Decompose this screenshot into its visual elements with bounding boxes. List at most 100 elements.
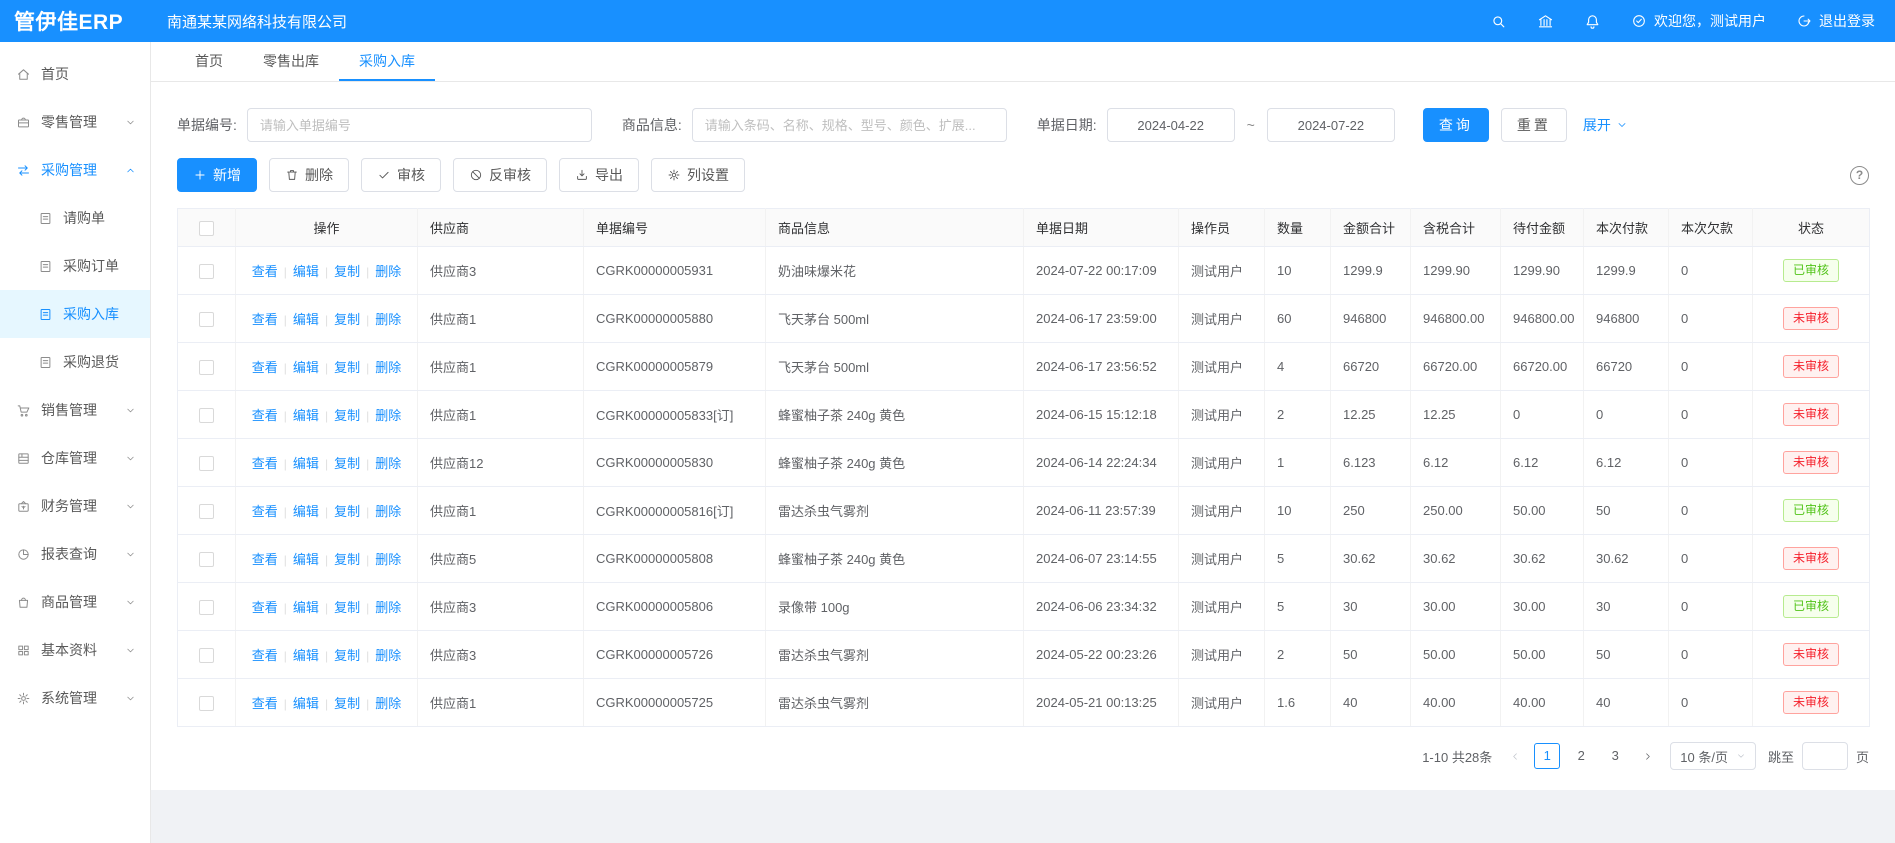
sidebar-item-13[interactable]: 系统管理 [0,674,150,722]
row-checkbox[interactable] [199,504,214,519]
expand-toggle[interactable]: 展开 [1583,115,1628,135]
audit-button[interactable]: 审核 [361,158,441,192]
action-view-link[interactable]: 查看 [252,552,278,567]
action-view-link[interactable]: 查看 [252,504,278,519]
action-view-link[interactable]: 查看 [252,696,278,711]
tab-2[interactable]: 采购入库 [339,42,435,81]
row-checkbox[interactable] [199,264,214,279]
action-delete-link[interactable]: 删除 [375,504,401,519]
action-copy-link[interactable]: 复制 [334,648,360,663]
action-copy-link[interactable]: 复制 [334,600,360,615]
action-delete-link[interactable]: 删除 [375,648,401,663]
action-view-link[interactable]: 查看 [252,312,278,327]
action-delete-link[interactable]: 删除 [375,696,401,711]
action-edit-link[interactable]: 编辑 [293,600,319,615]
page-size-select[interactable]: 10 条/页 [1670,742,1756,770]
row-checkbox[interactable] [199,456,214,471]
select-all-checkbox[interactable] [199,221,214,236]
delete-button[interactable]: 删除 [269,158,349,192]
export-button[interactable]: 导出 [559,158,639,192]
search-icon[interactable] [1490,13,1507,30]
row-checkbox[interactable] [199,696,214,711]
action-copy-link[interactable]: 复制 [334,312,360,327]
action-separator: | [284,553,287,567]
page-number-button[interactable]: 3 [1602,743,1628,769]
table-row: 查看|编辑|复制|删除供应商5CGRK00000005808蜂蜜柚子茶 240g… [178,535,1870,583]
row-checkbox[interactable] [199,552,214,567]
action-edit-link[interactable]: 编辑 [293,312,319,327]
action-delete-link[interactable]: 删除 [375,552,401,567]
reset-button[interactable]: 重置 [1501,108,1567,142]
sidebar-item-12[interactable]: 基本资料 [0,626,150,674]
action-edit-link[interactable]: 编辑 [293,456,319,471]
product-info-input[interactable] [692,108,1007,142]
help-icon[interactable]: ? [1850,166,1869,185]
action-copy-link[interactable]: 复制 [334,360,360,375]
bank-icon[interactable] [1537,13,1554,30]
action-view-link[interactable]: 查看 [252,408,278,423]
bell-icon[interactable] [1584,13,1601,30]
action-copy-link[interactable]: 复制 [334,264,360,279]
sidebar-item-4[interactable]: 采购订单 [0,242,150,290]
user-welcome[interactable]: 欢迎您，测试用户 [1631,11,1766,31]
column-settings-button[interactable]: 列设置 [651,158,745,192]
search-button[interactable]: 查询 [1423,108,1489,142]
row-checkbox[interactable] [199,312,214,327]
prev-page-button[interactable] [1504,745,1526,767]
action-edit-link[interactable]: 编辑 [293,504,319,519]
action-delete-link[interactable]: 删除 [375,408,401,423]
sidebar-item-1[interactable]: 零售管理 [0,98,150,146]
sidebar-item-9[interactable]: 财务管理 [0,482,150,530]
action-delete-link[interactable]: 删除 [375,600,401,615]
sidebar-item-11[interactable]: 商品管理 [0,578,150,626]
action-edit-link[interactable]: 编辑 [293,360,319,375]
row-checkbox[interactable] [199,600,214,615]
cell-operator: 测试用户 [1179,343,1265,391]
row-checkbox[interactable] [199,408,214,423]
logout-button[interactable]: 退出登录 [1796,11,1875,31]
doc-no-input[interactable] [247,108,592,142]
tab-1[interactable]: 零售出库 [243,42,339,81]
action-edit-link[interactable]: 编辑 [293,264,319,279]
sidebar-item-0[interactable]: 首页 [0,50,150,98]
sidebar-item-3[interactable]: 请购单 [0,194,150,242]
action-copy-link[interactable]: 复制 [334,456,360,471]
action-copy-link[interactable]: 复制 [334,504,360,519]
page-number-button[interactable]: 1 [1534,743,1560,769]
unaudit-button[interactable]: 反审核 [453,158,547,192]
action-edit-link[interactable]: 编辑 [293,552,319,567]
action-delete-link[interactable]: 删除 [375,264,401,279]
action-delete-link[interactable]: 删除 [375,312,401,327]
action-view-link[interactable]: 查看 [252,360,278,375]
row-checkbox[interactable] [199,360,214,375]
action-edit-link[interactable]: 编辑 [293,696,319,711]
sidebar-item-2[interactable]: 采购管理 [0,146,150,194]
action-delete-link[interactable]: 删除 [375,456,401,471]
action-copy-link[interactable]: 复制 [334,696,360,711]
action-view-link[interactable]: 查看 [252,648,278,663]
action-copy-link[interactable]: 复制 [334,552,360,567]
page-number-button[interactable]: 2 [1568,743,1594,769]
action-view-link[interactable]: 查看 [252,600,278,615]
action-copy-link[interactable]: 复制 [334,408,360,423]
action-edit-link[interactable]: 编辑 [293,408,319,423]
add-button[interactable]: 新增 [177,158,257,192]
jump-page-input[interactable] [1802,742,1848,770]
sidebar-item-5[interactable]: 采购入库 [0,290,150,338]
sidebar-item-10[interactable]: 报表查询 [0,530,150,578]
sidebar-item-8[interactable]: 仓库管理 [0,434,150,482]
sidebar-item-6[interactable]: 采购退货 [0,338,150,386]
next-page-button[interactable] [1636,745,1658,767]
action-view-link[interactable]: 查看 [252,264,278,279]
row-checkbox[interactable] [199,648,214,663]
tab-0[interactable]: 首页 [175,42,243,81]
column-header-12: 状态 [1753,209,1870,247]
table-header-row: 操作供应商单据编号商品信息单据日期操作员数量金额合计含税合计待付金额本次付款本次… [178,209,1870,247]
sidebar-item-7[interactable]: 销售管理 [0,386,150,434]
button-label: 删除 [305,165,333,185]
date-from-input[interactable] [1107,108,1235,142]
action-edit-link[interactable]: 编辑 [293,648,319,663]
action-view-link[interactable]: 查看 [252,456,278,471]
date-to-input[interactable] [1267,108,1395,142]
action-delete-link[interactable]: 删除 [375,360,401,375]
